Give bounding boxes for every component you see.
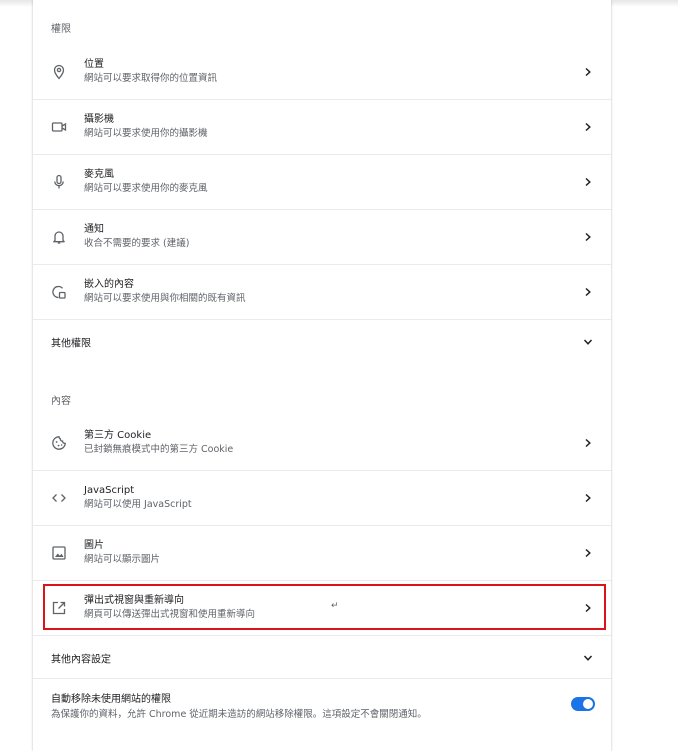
row-title: 通知	[84, 224, 104, 235]
permission-row-camera[interactable]: 攝影機 網站可以要求使用你的攝影機	[33, 99, 611, 154]
row-subtitle: 網站可以要求使用你的攝影機	[84, 128, 208, 139]
chevron-right-icon	[583, 493, 593, 503]
row-title: 位置	[84, 58, 104, 70]
row-title: JavaScript	[84, 485, 135, 496]
more-content-settings-expander[interactable]: 其他內容設定	[33, 635, 611, 679]
more-permissions-label: 其他權限	[51, 338, 91, 349]
cookie-icon	[51, 435, 67, 451]
toggle-knob	[583, 699, 593, 709]
row-title: 嵌入的內容	[84, 279, 134, 290]
location-pin-icon	[51, 64, 67, 80]
chevron-right-icon	[583, 177, 593, 187]
permission-row-microphone[interactable]: 麥克風 網站可以要求使用你的麥克風	[33, 154, 611, 209]
row-subtitle: 網站可以顯示圖片	[84, 554, 161, 565]
row-subtitle: 網站可以要求使用你的麥克風	[84, 183, 208, 194]
bell-icon	[51, 229, 67, 245]
chevron-right-icon	[583, 603, 593, 613]
microphone-icon	[51, 174, 67, 190]
row-subtitle: 收合不需要的要求 (建議)	[84, 238, 190, 249]
chevron-right-icon	[583, 548, 593, 558]
chevron-right-icon	[583, 438, 593, 448]
permissions-header: 權限	[51, 24, 71, 35]
row-title: 攝影機	[84, 114, 114, 125]
chevron-right-icon	[583, 232, 593, 242]
row-subtitle: 已封鎖無痕模式中的第三方 Cookie	[84, 443, 234, 455]
auto-remove-subtitle: 為保護你的資料，允許 Chrome 從近期未造訪的網站移除權限。這項設定不會關閉…	[51, 709, 427, 720]
row-title: 圖片	[84, 540, 104, 551]
code-brackets-icon	[51, 490, 67, 506]
chevron-right-icon	[583, 122, 593, 132]
row-title: 彈出式視窗與重新導向	[84, 595, 184, 606]
video-camera-icon	[51, 119, 67, 135]
site-settings-card: 權限 位置 網站可以要求取得你的位置資訊 攝影機 網站可以要求使用你的攝影機 麥…	[33, 0, 611, 751]
auto-remove-permissions-row: 自動移除未使用網站的權限 為保護你的資料，允許 Chrome 從近期未造訪的網站…	[33, 678, 611, 730]
embedded-content-icon	[51, 284, 67, 300]
content-row-popups-redirects[interactable]: 彈出式視窗與重新導向 網頁可以傳送彈出式視窗和使用重新導向	[33, 580, 611, 635]
row-title: 第三方 Cookie	[84, 429, 152, 441]
image-icon	[51, 545, 67, 561]
row-subtitle: 網站可以要求取得你的位置資訊	[84, 72, 218, 84]
permission-row-location[interactable]: 位置 網站可以要求取得你的位置資訊	[33, 44, 611, 99]
more-content-settings-label: 其他內容設定	[51, 654, 111, 665]
content-row-images[interactable]: 圖片 網站可以顯示圖片	[33, 525, 611, 580]
more-permissions-expander[interactable]: 其他權限	[33, 319, 611, 363]
auto-remove-title: 自動移除未使用網站的權限	[51, 694, 171, 705]
content-row-javascript[interactable]: JavaScript 網站可以使用 JavaScript	[33, 470, 611, 525]
chevron-right-icon	[583, 287, 593, 297]
chevron-down-icon	[583, 653, 593, 663]
row-subtitle: 網站可以使用 JavaScript	[84, 499, 192, 510]
return-arrow-icon: ↵	[331, 601, 339, 611]
content-row-third-party-cookies[interactable]: 第三方 Cookie 已封鎖無痕模式中的第三方 Cookie	[33, 415, 611, 470]
auto-remove-toggle[interactable]	[571, 697, 595, 711]
open-external-icon	[51, 600, 67, 616]
row-subtitle: 網站可以要求使用與你相關的既有資訊	[84, 293, 246, 304]
chevron-right-icon	[583, 67, 593, 77]
row-title: 麥克風	[84, 169, 114, 180]
chevron-down-icon	[583, 337, 593, 347]
row-subtitle: 網頁可以傳送彈出式視窗和使用重新導向	[84, 609, 256, 620]
permission-row-notifications[interactable]: 通知 收合不需要的要求 (建議)	[33, 209, 611, 264]
permission-row-embedded-content[interactable]: 嵌入的內容 網站可以要求使用與你相關的既有資訊	[33, 264, 611, 319]
content-header: 內容	[51, 396, 71, 407]
